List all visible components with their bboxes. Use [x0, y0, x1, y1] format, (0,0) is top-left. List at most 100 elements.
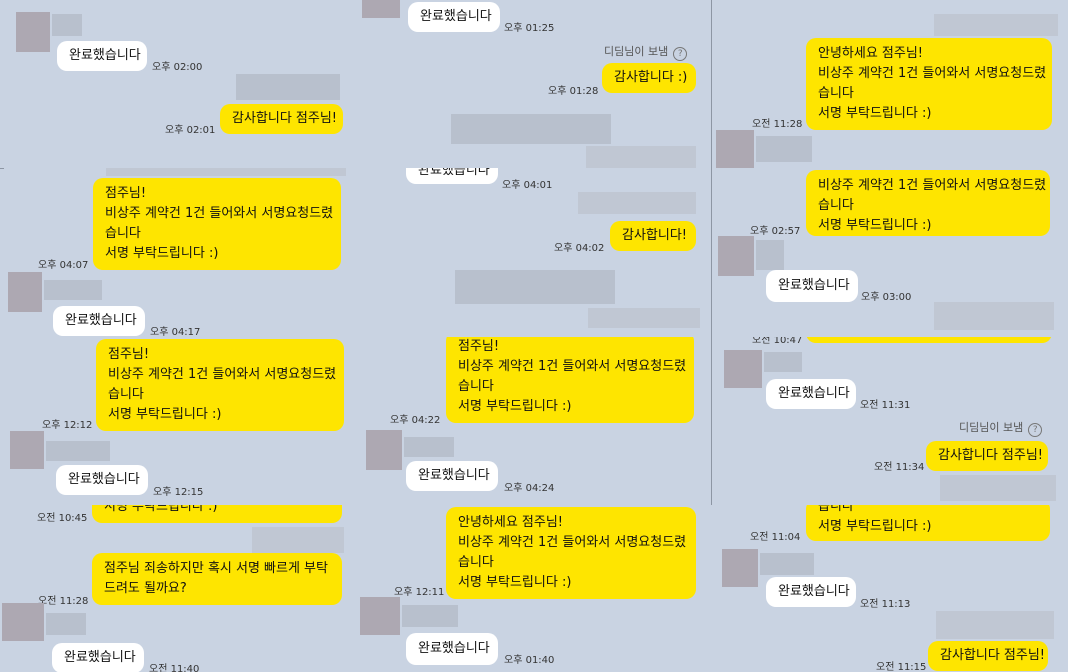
message-thanks: 감사합니다! [610, 221, 696, 251]
image-blur [586, 146, 696, 168]
chat-panel-middle-2: 완료했습니다 오후 04:01 감사합니다! 오후 04:02 [356, 168, 712, 336]
message-time: 오전 11:15 [876, 662, 927, 672]
message-time: 오전 11:28 [752, 119, 803, 130]
image-blur [252, 527, 344, 553]
message-sign-request: 비상주 계약건 1건 들어와서 서명요청드렸 습니다 서명 부탁드립니다 :) [806, 170, 1050, 236]
chat-panel-right-3: 오전 10:47 완료했습니다 오전 11:31 디딤님이 보냄? 감사합니다 … [712, 337, 1068, 505]
message-time: 오후 04:24 [504, 483, 555, 494]
message-time: 오전 10:45 [37, 513, 88, 524]
name-blur [52, 14, 82, 36]
chat-panel-right-1: 안녕하세요 점주님! 비상주 계약건 1건 들어와서 서명요청드렸 습니다 서명… [712, 0, 1068, 168]
message-thanks-owner: 감사합니다 점주님! [926, 441, 1048, 471]
name-blur [764, 352, 802, 372]
avatar [718, 236, 754, 276]
name-blur [46, 613, 86, 635]
message-time: 오후 04:02 [554, 243, 605, 254]
image-blur [451, 114, 611, 144]
image-blur [934, 14, 1058, 36]
message-time: 오전 11:13 [860, 599, 911, 610]
message-time: 오후 12:11 [394, 587, 445, 598]
message-thanks: 감사합니다 :) [602, 63, 696, 93]
chat-panel-left-1: 완료했습니다 오후 02:00 감사합니다 점주님! 오후 02:01 [0, 0, 356, 168]
message-time: 오후 12:15 [153, 487, 204, 498]
chat-panel-left-3: 점주님! 비상주 계약건 1건 들어와서 서명요청드렸 습니다 서명 부탁드립니… [0, 337, 356, 505]
name-blur [756, 240, 784, 270]
image-blur [940, 475, 1056, 501]
message-time: 오전 11:40 [149, 664, 200, 672]
message-done: 완료했습니다 [406, 461, 498, 491]
message-done: 완료했습니다 [57, 41, 147, 71]
sent-by-label: 디딤님이 보냄? [604, 43, 688, 61]
chat-panel-right-2: 비상주 계약건 1건 들어와서 서명요청드렸 습니다 서명 부탁드립니다 :) … [712, 168, 1068, 336]
tile-divider [0, 168, 4, 169]
message-urgent: 점주님 죄송하지만 혹시 서명 빠르게 부탁 드려도 될까요? [92, 553, 342, 605]
help-icon[interactable]: ? [1028, 423, 1043, 437]
message-time: 오후 04:07 [38, 260, 89, 271]
avatar [724, 350, 762, 388]
message-done: 완료했습니다 [766, 379, 856, 409]
image-blur [455, 270, 615, 304]
message-done: 완료했습니다 [53, 306, 145, 336]
message-sign-request: 점주님! 비상주 계약건 1건 들어와서 서명요청드렸 습니다 서명 부탁드립니… [96, 339, 344, 431]
avatar [366, 430, 402, 470]
message-time: 오후 02:01 [165, 125, 216, 136]
message-sign-request: 점주님! 비상주 계약건 1건 들어와서 서명요청드렸 습니다 서명 부탁드립니… [446, 337, 694, 423]
image-blur [106, 168, 346, 176]
message-time: 오후 01:28 [548, 86, 599, 97]
message-sign-request: 안녕하세요 점주님! 비상주 계약건 1건 들어와서 서명요청드렸 습니다 서명… [446, 507, 696, 599]
image-blur [936, 611, 1054, 639]
image-blur [236, 74, 340, 100]
message-time: 오후 04:17 [150, 327, 201, 336]
message-time: 오후 02:00 [152, 62, 203, 73]
message-time: 오후 01:25 [504, 23, 555, 34]
message-done: 완료했습니다 [56, 465, 148, 495]
message-time: 오후 03:00 [861, 292, 912, 303]
message-time: 오후 04:01 [502, 180, 553, 191]
chat-panel-middle-4: 안녕하세요 점주님! 비상주 계약건 1건 들어와서 서명요청드렸 습니다 서명… [356, 505, 712, 672]
avatar [716, 130, 754, 168]
name-blur [756, 136, 812, 162]
message-time: 오전 11:34 [874, 462, 925, 473]
message-time: 오전 10:47 [752, 337, 803, 346]
name-blur [760, 553, 814, 575]
message-time: 오전 11:04 [750, 532, 801, 543]
message-sign-request: 안녕하세요 점주님! 비상주 계약건 1건 들어와서 서명요청드렸 습니다 서명… [806, 38, 1052, 130]
sent-by-label: 디딤님이 보냄? [959, 419, 1043, 437]
name-blur [404, 437, 454, 457]
chat-panel-left-2: 점주님! 비상주 계약건 1건 들어와서 서명요청드렸 습니다 서명 부탁드립니… [0, 168, 356, 336]
name-blur [402, 605, 458, 627]
tile-divider [711, 0, 712, 505]
message-time: 오후 02:57 [750, 226, 801, 237]
image-blur [934, 302, 1054, 330]
avatar [362, 0, 400, 18]
message-time: 오후 12:12 [42, 420, 93, 431]
avatar [2, 603, 44, 641]
avatar [10, 431, 44, 469]
message-sign-request-cut: 서명 부탁드립니다 :) [92, 505, 342, 523]
help-icon[interactable]: ? [673, 47, 688, 61]
message-done: 완료했습니다 [766, 270, 858, 302]
message-time: 오전 11:28 [38, 596, 89, 607]
avatar [8, 272, 42, 312]
name-blur [46, 441, 110, 461]
avatar [360, 597, 400, 635]
name-blur [44, 280, 102, 300]
image-blur [588, 308, 700, 328]
message-cut [806, 337, 1052, 343]
chat-panel-middle-3: 점주님! 비상주 계약건 1건 들어와서 서명요청드렸 습니다 서명 부탁드립니… [356, 337, 712, 505]
message-thanks-owner: 감사합니다 점주님! [220, 104, 343, 134]
message-sign-request-cut: 습니다 서명 부탁드립니다 :) [806, 505, 1050, 541]
chat-panel-middle-1: 완료했습니다 오후 01:25 디딤님이 보냄? 감사합니다 :) 오후 01:… [356, 0, 712, 168]
message-sign-request: 점주님! 비상주 계약건 1건 들어와서 서명요청드렸 습니다 서명 부탁드립니… [93, 178, 341, 270]
message-time: 오후 04:22 [390, 415, 441, 426]
chat-panel-left-4: 서명 부탁드립니다 :) 오전 10:45 점주님 죄송하지만 혹시 서명 빠르… [0, 505, 356, 672]
chat-panel-right-4: 습니다 서명 부탁드립니다 :) 오전 11:04 완료했습니다 오전 11:1… [712, 505, 1068, 672]
message-time: 오후 01:40 [504, 655, 555, 666]
image-blur [578, 192, 696, 214]
avatar [722, 549, 758, 587]
message-done: 완료했습니다 [52, 643, 144, 672]
message-done: 완료했습니다 [406, 168, 498, 184]
message-done: 완료했습니다 [408, 2, 500, 32]
message-done: 완료했습니다 [406, 633, 498, 665]
message-time: 오전 11:31 [860, 400, 911, 411]
